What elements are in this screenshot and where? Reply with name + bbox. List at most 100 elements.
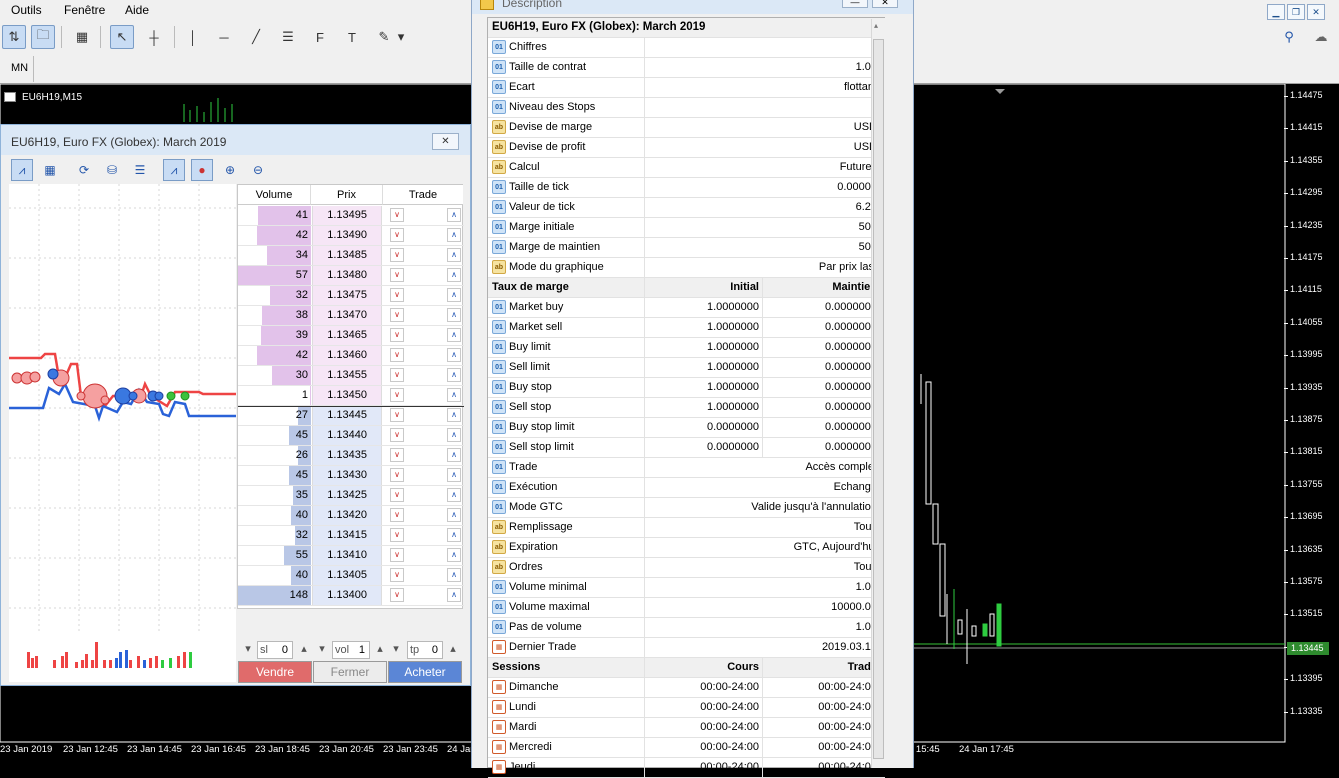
navigator-icon[interactable]: 🗀	[31, 25, 55, 49]
sell-at-price-button[interactable]: ∨	[390, 268, 404, 282]
buy-at-price-button[interactable]: ∧	[447, 448, 461, 462]
dom-ticks-icon[interactable]: ⩘	[163, 159, 185, 181]
mdi-minimize-button[interactable]: ▁	[1267, 4, 1285, 20]
desc-scroll-thumb[interactable]	[873, 39, 884, 759]
menu-fenetre[interactable]: Fenêtre	[64, 3, 105, 17]
buy-at-price-button[interactable]: ∧	[447, 548, 461, 562]
sell-at-price-button[interactable]: ∨	[390, 308, 404, 322]
text-tool-icon[interactable]: T	[340, 25, 364, 49]
vol-decrement-button[interactable]: ▾	[315, 641, 329, 659]
close-icon[interactable]: ✕	[432, 133, 459, 150]
crosshair-icon[interactable]: ┼	[142, 25, 166, 49]
buy-at-price-button[interactable]: ∧	[447, 368, 461, 382]
sell-at-price-button[interactable]: ∨	[390, 508, 404, 522]
sell-at-price-button[interactable]: ∨	[390, 248, 404, 262]
buy-at-price-button[interactable]: ∧	[447, 408, 461, 422]
vertical-line-icon[interactable]: │	[181, 25, 205, 49]
tp-decrement-button[interactable]: ▾	[389, 641, 403, 659]
chat-icon[interactable]: ☁	[1309, 25, 1333, 49]
menu-outils[interactable]: Outils	[11, 3, 42, 17]
sell-at-price-button[interactable]: ∨	[390, 368, 404, 382]
sell-at-price-button[interactable]: ∨	[390, 428, 404, 442]
buy-at-price-button[interactable]: ∧	[447, 488, 461, 502]
cursor-icon[interactable]: ↖	[110, 25, 134, 49]
volume-field[interactable]: vol 1	[332, 641, 370, 659]
sell-button[interactable]: Vendre	[238, 661, 312, 683]
desc-scrollbar[interactable]: ▴	[871, 19, 885, 768]
shapes-dropdown-icon[interactable]: ▾	[394, 25, 408, 49]
fibonacci-icon[interactable]: F	[308, 25, 332, 49]
buy-at-price-button[interactable]: ∧	[447, 508, 461, 522]
buy-at-price-button[interactable]: ∧	[447, 388, 461, 402]
scroll-up-icon[interactable]: ▴	[874, 21, 878, 30]
toolbar-separator	[174, 26, 175, 48]
buy-button[interactable]: Acheter	[388, 661, 462, 683]
dom-list-icon[interactable]: ☰	[129, 159, 151, 181]
buy-at-price-button[interactable]: ∧	[447, 208, 461, 222]
buy-at-price-button[interactable]: ∧	[447, 468, 461, 482]
desc-minimize-button[interactable]: —	[842, 0, 868, 8]
zoom-out-icon[interactable]: ⊖	[247, 159, 269, 181]
col-header-price: Prix	[311, 185, 383, 205]
shapes-icon[interactable]: ✎	[372, 25, 396, 49]
dom-price-cell: 1.13460	[312, 346, 382, 365]
desc-property-value: flottant	[843, 81, 877, 93]
buy-at-price-button[interactable]: ∧	[447, 288, 461, 302]
buy-at-price-button[interactable]: ∧	[447, 528, 461, 542]
buy-at-price-button[interactable]: ∧	[447, 588, 461, 602]
mdi-close-button[interactable]: ✕	[1307, 4, 1325, 20]
section-title: Sessions	[488, 658, 645, 677]
zoom-in-icon[interactable]: ⊕	[219, 159, 241, 181]
sl-field[interactable]: sl 0	[257, 641, 293, 659]
dom-chart-toggle-icon[interactable]: ⩘	[11, 159, 33, 181]
dom-table-toggle-icon[interactable]: ▦	[39, 159, 61, 181]
dom-refresh-icon[interactable]: ⟳	[73, 159, 95, 181]
sell-at-price-button[interactable]: ∨	[390, 568, 404, 582]
desc-close-button[interactable]: ✕	[872, 0, 898, 8]
buy-at-price-button[interactable]: ∧	[447, 308, 461, 322]
sell-at-price-button[interactable]: ∨	[390, 448, 404, 462]
sell-at-price-button[interactable]: ∨	[390, 228, 404, 242]
buy-at-price-button[interactable]: ∧	[447, 428, 461, 442]
buy-at-price-button[interactable]: ∧	[447, 328, 461, 342]
buy-at-price-button[interactable]: ∧	[447, 568, 461, 582]
sell-at-price-button[interactable]: ∨	[390, 288, 404, 302]
price-tick-label: 1.13875	[1284, 414, 1323, 424]
buy-at-price-button[interactable]: ∧	[447, 248, 461, 262]
text-property-icon: ab	[492, 120, 506, 134]
sell-at-price-button[interactable]: ∨	[390, 548, 404, 562]
timeframe-mn-button[interactable]: MN	[11, 62, 28, 74]
mdi-restore-button[interactable]: ❐	[1287, 4, 1305, 20]
buy-at-price-button[interactable]: ∧	[447, 268, 461, 282]
sl-increment-button[interactable]: ▴	[297, 641, 311, 659]
horizontal-line-icon[interactable]: ─	[212, 25, 236, 49]
close-position-button[interactable]: Fermer	[313, 661, 387, 683]
trendline-icon[interactable]: ╱	[244, 25, 268, 49]
market-watch-icon[interactable]: ⇅	[2, 25, 26, 49]
sl-decrement-button[interactable]: ▾	[241, 641, 255, 659]
desc-property-row: 01 Marge de maintien 500	[488, 238, 885, 258]
sell-at-price-button[interactable]: ∨	[390, 488, 404, 502]
vol-increment-button[interactable]: ▴	[373, 641, 387, 659]
search-icon[interactable]: ⚲	[1277, 25, 1301, 49]
sell-at-price-button[interactable]: ∨	[390, 328, 404, 342]
desc-section-header: Sessions Cours Trade	[488, 658, 885, 678]
dom-bubbles-icon[interactable]: ●	[191, 159, 213, 181]
sell-at-price-button[interactable]: ∨	[390, 388, 404, 402]
equidistant-channel-icon[interactable]: ☰	[276, 25, 300, 49]
buy-at-price-button[interactable]: ∧	[447, 348, 461, 362]
menu-aide[interactable]: Aide	[125, 3, 149, 17]
sell-at-price-button[interactable]: ∨	[390, 588, 404, 602]
strategy-tester-icon[interactable]: ▦	[70, 25, 94, 49]
desc-table-row: 01 Market buy 1.0000000 0.0000000	[488, 298, 885, 318]
tp-field[interactable]: tp 0	[407, 641, 443, 659]
dom-volume-icon[interactable]: ⛁	[101, 159, 123, 181]
sell-at-price-button[interactable]: ∨	[390, 208, 404, 222]
sell-at-price-button[interactable]: ∨	[390, 468, 404, 482]
buy-at-price-button[interactable]: ∧	[447, 228, 461, 242]
sell-at-price-button[interactable]: ∨	[390, 528, 404, 542]
numeric-property-icon: 01	[492, 400, 506, 414]
sell-at-price-button[interactable]: ∨	[390, 348, 404, 362]
sell-at-price-button[interactable]: ∨	[390, 408, 404, 422]
tp-increment-button[interactable]: ▴	[446, 641, 460, 659]
